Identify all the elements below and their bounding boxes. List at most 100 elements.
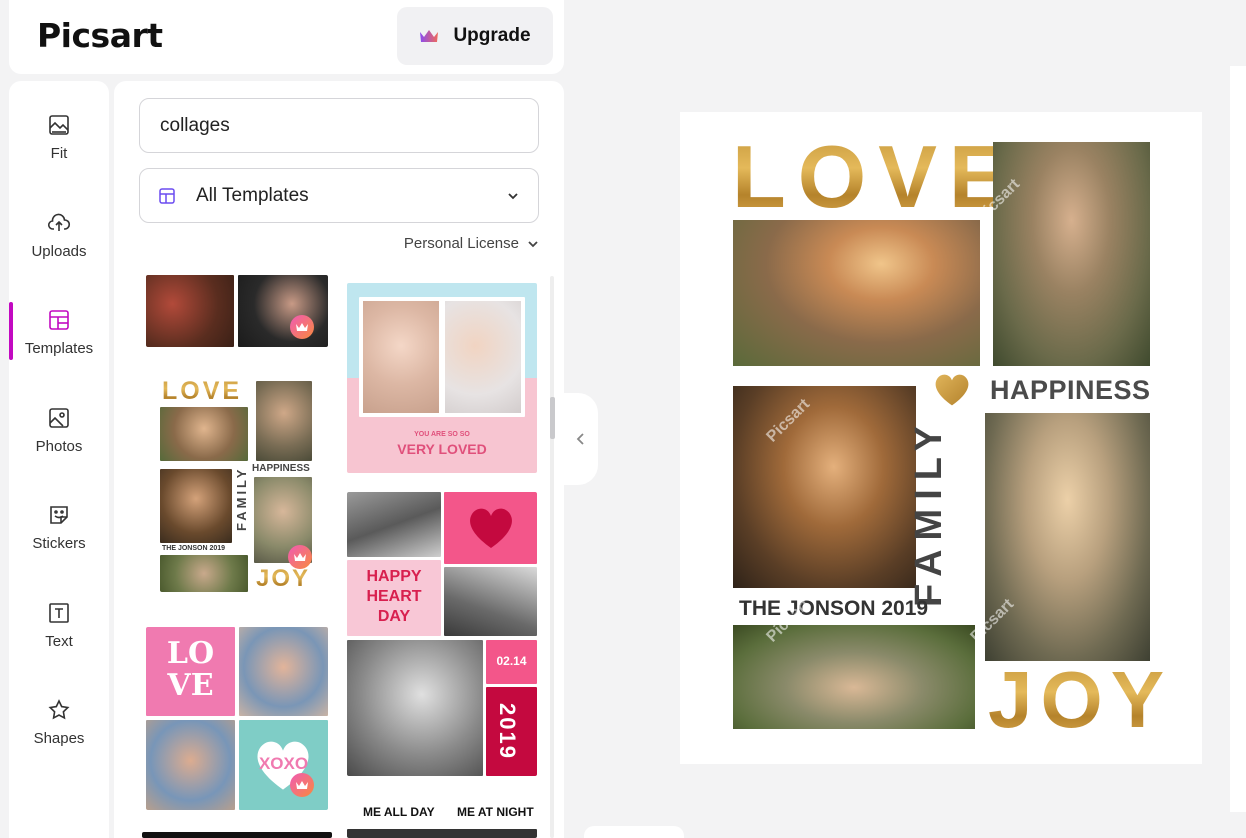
template-photo [146, 720, 235, 810]
love-tile: LO VE [146, 627, 235, 716]
license-label: Personal License [403, 235, 519, 252]
template-photo [239, 627, 328, 716]
mini-family: FAMILY [234, 466, 249, 531]
templates-icon [49, 310, 69, 330]
chevron-down-icon [528, 240, 538, 247]
template-photo [347, 829, 537, 838]
baby-title: VERY LOVED [397, 441, 487, 457]
right-panel-edge [1230, 66, 1246, 812]
template-photo [238, 275, 328, 347]
template-thumb-food[interactable] [146, 275, 328, 347]
star-icon [48, 699, 70, 720]
happy-text: HAPPY [366, 568, 422, 585]
template-category-select[interactable]: All Templates [139, 168, 539, 223]
upgrade-label: Upgrade [453, 25, 531, 46]
mini-happiness: HAPPINESS [252, 463, 310, 474]
rail-label: Text [45, 633, 73, 650]
search-input[interactable]: collages [139, 98, 539, 153]
canvas-jonson-text[interactable]: THE JONSON 2019 [739, 597, 928, 621]
canvas-photo-family[interactable] [733, 220, 980, 366]
canvas-joy-text[interactable]: JOY [988, 660, 1172, 740]
ve-text: VE [167, 668, 214, 703]
template-photo [160, 407, 248, 461]
rail-item-photos[interactable]: Photos [9, 400, 109, 472]
canvas-photo-parents[interactable] [985, 413, 1150, 661]
heart-text: HEART [366, 588, 422, 605]
rail-item-shapes[interactable]: Shapes [9, 692, 109, 764]
template-thumb-valentine[interactable]: HAPPY HEART DAY 02.14 2019 [347, 492, 537, 776]
license-dropdown[interactable]: Personal License [404, 235, 539, 252]
collapse-panel-button[interactable] [564, 393, 598, 485]
templates-panel: collages All Templates Personal License … [114, 81, 564, 838]
header-bar: Picsart Upgrade [9, 0, 564, 74]
rail-item-stickers[interactable]: Stickers [9, 497, 109, 569]
premium-badge [288, 545, 312, 569]
template-photo [146, 275, 234, 347]
date-tile: 02.14 [486, 640, 537, 684]
rail-item-templates[interactable]: Templates [9, 302, 109, 374]
select-value: All Templates [196, 184, 309, 206]
canvas-photo-couple[interactable] [993, 142, 1150, 366]
xoxo-tile: XOXO [239, 720, 328, 810]
scrollbar-thumb[interactable] [550, 397, 555, 439]
baby-subtitle: YOU ARE SO SO [414, 431, 470, 438]
day-text: DAY [377, 608, 411, 625]
text-icon [49, 603, 69, 623]
photos-icon [49, 408, 69, 428]
template-thumb-baby[interactable]: YOU ARE SO SO VERY LOVED [347, 283, 537, 473]
crown-icon [294, 553, 306, 561]
rail-label: Uploads [31, 243, 87, 260]
rail-label: Fit [50, 145, 68, 162]
premium-badge [290, 773, 314, 797]
templates-icon [159, 187, 175, 204]
canvas-happiness-text[interactable]: HAPPINESS [990, 375, 1151, 406]
heart-tile [444, 492, 537, 564]
rail-label: Photos [35, 438, 83, 455]
crown-icon [296, 323, 308, 331]
template-thumb-family[interactable]: LOVE HAPPINESS FAMILY THE JONSON 2019 JO… [160, 377, 314, 592]
template-photo [347, 640, 483, 776]
design-canvas[interactable]: LOVE HAPPINESS FAMILY THE JONSON 2019 JO… [680, 112, 1202, 764]
premium-badge [290, 315, 314, 339]
mini-joy: JOY [256, 565, 311, 592]
canvas-photo-hands[interactable] [733, 625, 975, 729]
chevron-left-icon [576, 433, 584, 445]
rail-label: Stickers [32, 535, 86, 552]
mini-love: LOVE [162, 377, 243, 405]
template-thumb-meallday[interactable]: ME ALL DAY ME AT NIGHT [347, 797, 537, 838]
template-thumb-lovexoxo[interactable]: LO VE XOXO [146, 627, 328, 810]
rail-item-fit[interactable]: Fit [9, 107, 109, 179]
heart-icon [935, 374, 969, 406]
template-photo [256, 381, 312, 461]
lo-text: LO [166, 636, 215, 671]
chevron-down-icon [508, 192, 518, 199]
mini-jonson: THE JONSON 2019 [162, 545, 226, 552]
template-photo [160, 555, 248, 592]
rail-item-text[interactable]: Text [9, 595, 109, 667]
rail-item-uploads[interactable]: Uploads [9, 205, 109, 277]
heart-icon [470, 508, 512, 548]
scrollbar-track[interactable] [550, 276, 554, 838]
upgrade-button[interactable]: Upgrade [397, 7, 553, 65]
date-text: 02.14 [496, 654, 527, 668]
image-fit-icon [49, 115, 69, 135]
happy-heart-tile: HAPPY HEART DAY [347, 560, 441, 636]
rail-label: Shapes [33, 730, 85, 747]
template-photo [347, 492, 441, 557]
tool-rail: Fit Uploads Templates Photos Stickers Te… [9, 81, 109, 838]
crown-icon [296, 781, 308, 789]
sticker-icon [50, 506, 68, 524]
bottom-toolbar-edge [584, 826, 684, 838]
me-at-night-text: ME AT NIGHT [457, 805, 534, 819]
year-text: 2019 [495, 703, 520, 760]
template-photo-frame [359, 297, 443, 417]
canvas-photo-shoulders[interactable] [733, 386, 916, 588]
template-photo [160, 469, 232, 543]
template-thumb-dark[interactable] [142, 832, 332, 838]
canvas-family-text[interactable]: FAMILY [908, 417, 951, 607]
canvas-love-text[interactable]: LOVE [732, 132, 1020, 222]
picsart-logo[interactable]: Picsart [37, 16, 163, 55]
xoxo-text: XOXO [258, 754, 309, 773]
crown-icon [420, 30, 439, 42]
year-tile: 2019 [486, 687, 537, 776]
